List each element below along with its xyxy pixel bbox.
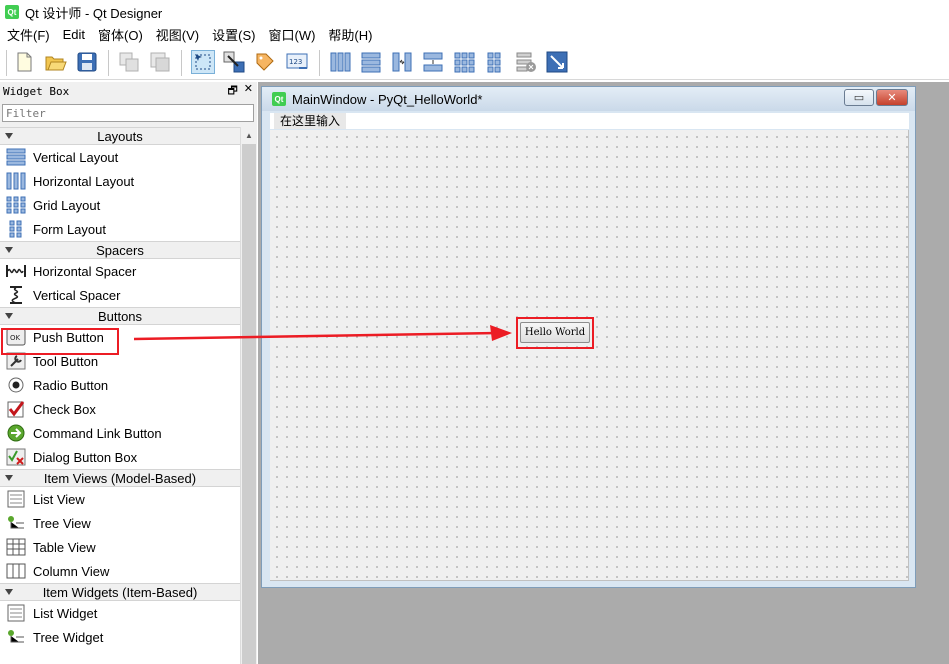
menu-file[interactable]: 文件(F) [0,25,56,44]
widget-vertical-spacer[interactable]: Vertical Spacer [0,283,240,307]
horizontal-layout-icon [5,171,27,191]
widget-box-header: Widget Box 🗗 ✕ [0,82,257,100]
vertical-layout-icon [5,147,27,167]
widget-list-widget[interactable]: List Widget [0,601,240,625]
horizontal-spacer-icon [5,261,27,281]
menu-form[interactable]: 窗体(O) [91,25,149,44]
widget-tree-view[interactable]: Tree View [0,511,240,535]
widget-filter-input[interactable] [2,104,254,122]
toolbar-separator [319,50,320,76]
widget-column-view[interactable]: Column View [0,559,240,583]
scroll-up-arrow-icon[interactable]: ▲ [241,127,257,144]
category-layouts[interactable]: Layouts [0,127,240,145]
signal-slot-mode-icon[interactable] [222,50,246,74]
list-view-icon [5,489,27,509]
widget-dialog-button-box[interactable]: Dialog Button Box [0,445,240,469]
vertical-layout-icon[interactable] [359,50,383,74]
tree-widget-icon [5,627,27,647]
horizontal-layout-icon[interactable] [328,50,352,74]
vertical-spacer-icon [5,285,27,305]
new-file-icon[interactable] [12,50,36,74]
svg-text:123: 123 [289,58,302,66]
widget-grid-layout[interactable]: Grid Layout [0,193,240,217]
toolbar-separator [181,50,182,76]
form-menu-bar: 在这里输入 [270,113,909,129]
widget-editing-mode-icon[interactable] [191,50,215,74]
window-title: Qt 设计师 - Qt Designer [25,5,163,21]
qt-logo-icon: Qt [5,5,19,19]
widget-horizontal-layout[interactable]: Horizontal Layout [0,169,240,193]
widget-list-view[interactable]: List View [0,487,240,511]
widget-box-panel: Widget Box 🗗 ✕ Layouts Vertical Layout H… [0,82,257,664]
table-view-icon [5,537,27,557]
close-button[interactable]: ✕ [876,89,908,106]
list-widget-icon [5,603,27,623]
form-title-bar[interactable]: Qt MainWindow - PyQt_HelloWorld* ▭ ✕ [262,87,915,111]
form-canvas[interactable] [270,130,909,581]
main-toolbar: 123 [0,44,949,80]
radio-button-icon [5,375,27,395]
category-item-widgets[interactable]: Item Widgets (Item-Based) [0,583,240,601]
widget-form-layout[interactable]: Form Layout [0,217,240,241]
category-item-views[interactable]: Item Views (Model-Based) [0,469,240,487]
widget-horizontal-spacer[interactable]: Horizontal Spacer [0,259,240,283]
command-link-icon [5,423,27,443]
widget-box-scrollbar[interactable]: ▲ [240,127,257,664]
widget-command-link-button[interactable]: Command Link Button [0,421,240,445]
category-buttons[interactable]: Buttons [0,307,240,325]
collapse-arrow-icon[interactable] [4,131,14,141]
widget-table-view[interactable]: Table View [0,535,240,559]
copy-icon[interactable] [117,50,141,74]
highlight-hello-world [516,317,594,349]
toolbar-separator [108,50,109,76]
grid-layout-icon[interactable] [452,50,476,74]
vertical-splitter-icon[interactable] [421,50,445,74]
horizontal-splitter-icon[interactable] [390,50,414,74]
menu-bar: 文件(F) Edit 窗体(O) 视图(V) 设置(S) 窗口(W) 帮助(H) [0,24,949,44]
open-folder-icon[interactable] [43,50,67,74]
form-layout-icon[interactable] [483,50,507,74]
minimize-icon: ▭ [853,92,865,104]
break-layout-icon[interactable] [514,50,538,74]
qt-logo-icon: Qt [272,92,286,106]
menu-window[interactable]: 窗口(W) [261,25,321,44]
dialog-button-box-icon [5,447,27,467]
form-layout-icon [5,219,27,239]
float-panel-icon[interactable]: 🗗 [227,82,237,101]
menu-type-here[interactable]: 在这里输入 [274,113,347,129]
paste-icon[interactable] [148,50,172,74]
title-bar: Qt Qt 设计师 - Qt Designer [0,0,949,24]
widget-box-title: Widget Box [3,84,70,98]
adjust-size-icon[interactable] [545,50,569,74]
menu-view[interactable]: 视图(V) [149,25,205,44]
collapse-arrow-icon[interactable] [4,245,14,255]
scroll-thumb[interactable] [242,144,256,664]
widget-radio-button[interactable]: Radio Button [0,373,240,397]
save-icon[interactable] [75,50,99,74]
collapse-arrow-icon[interactable] [4,587,14,597]
widget-check-box[interactable]: Check Box [0,397,240,421]
check-box-icon [5,399,27,419]
close-icon: ✕ [887,92,897,104]
buddy-mode-icon[interactable] [253,50,277,74]
menu-help[interactable]: 帮助(H) [321,25,378,44]
minimize-button[interactable]: ▭ [844,89,874,106]
tab-order-mode-icon[interactable]: 123 [285,50,309,74]
form-title: MainWindow - PyQt_HelloWorld* [292,91,483,107]
grid-layout-icon [5,195,27,215]
widget-tree-widget[interactable]: Tree Widget [0,625,240,649]
widget-vertical-layout[interactable]: Vertical Layout [0,145,240,169]
menu-settings[interactable]: 设置(S) [205,25,261,44]
collapse-arrow-icon[interactable] [4,473,14,483]
form-edge [910,129,915,581]
toolbar-separator [6,50,7,76]
widget-list: Layouts Vertical Layout Horizontal Layou… [0,127,240,664]
tree-view-icon [5,513,27,533]
category-spacers[interactable]: Spacers [0,241,240,259]
collapse-arrow-icon[interactable] [4,311,14,321]
menu-edit[interactable]: Edit [56,27,91,42]
highlight-push-button [1,328,119,355]
column-view-icon [5,561,27,581]
close-panel-icon[interactable]: ✕ [244,82,253,101]
